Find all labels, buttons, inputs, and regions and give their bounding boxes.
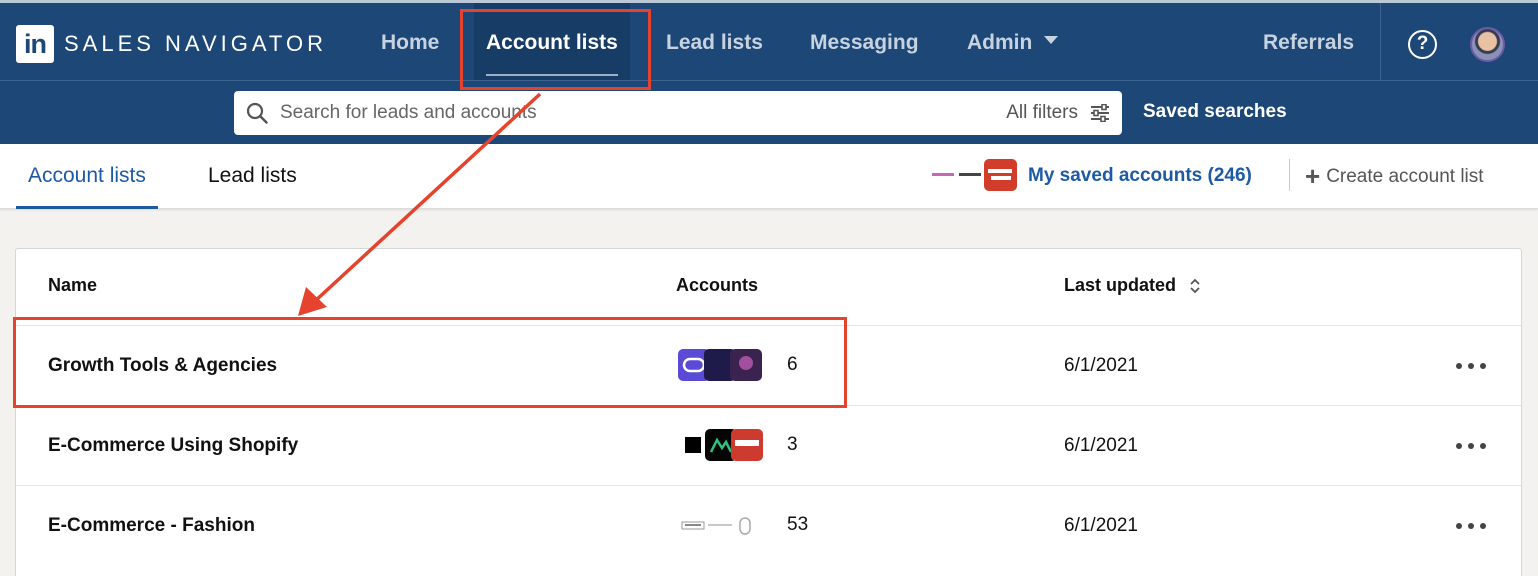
more-options-icon[interactable] bbox=[1456, 523, 1486, 529]
list-name[interactable]: Growth Tools & Agencies bbox=[48, 326, 277, 406]
subnav-divider bbox=[1289, 159, 1290, 191]
table-row[interactable]: E-Commerce - Fashion 53 6/1/2021 bbox=[16, 485, 1521, 565]
nav-divider bbox=[1380, 3, 1381, 80]
sales-navigator-logo[interactable]: in SALES NAVIGATOR bbox=[16, 25, 327, 63]
nav-admin[interactable]: Admin bbox=[967, 3, 1059, 80]
column-header-last-updated[interactable]: Last updated bbox=[1064, 275, 1201, 296]
search-box: All filters bbox=[234, 91, 1122, 135]
column-header-name: Name bbox=[48, 275, 98, 295]
account-count: 3 bbox=[787, 434, 798, 455]
nav-messaging[interactable]: Messaging bbox=[810, 3, 919, 80]
search-bar-row: All filters Saved searches bbox=[0, 80, 1538, 144]
all-filters-button[interactable]: All filters bbox=[1006, 91, 1110, 135]
brand-name: SALES NAVIGATOR bbox=[64, 31, 327, 56]
saved-searches-link[interactable]: Saved searches bbox=[1143, 81, 1287, 145]
top-navigation-bar: in SALES NAVIGATOR Home Account lists Le… bbox=[0, 0, 1538, 80]
sales-navigator-page: in SALES NAVIGATOR Home Account lists Le… bbox=[0, 0, 1538, 576]
table-row[interactable]: Growth Tools & Agencies 6 6/1/2021 bbox=[16, 325, 1521, 405]
table-row[interactable]: E-Commerce Using Shopify 3 6/1/2021 bbox=[16, 405, 1521, 485]
nav-admin-label: Admin bbox=[967, 31, 1033, 54]
saved-accounts-logos-icon bbox=[931, 159, 1017, 191]
account-count: 53 bbox=[787, 514, 809, 535]
list-tabs-bar: Account lists Lead lists My saved accoun… bbox=[0, 144, 1538, 209]
nav-home[interactable]: Home bbox=[381, 3, 439, 80]
caret-down-icon bbox=[1044, 36, 1059, 45]
search-input[interactable] bbox=[280, 91, 960, 135]
help-icon[interactable]: ? bbox=[1408, 30, 1437, 59]
tab-lead-lists[interactable]: Lead lists bbox=[208, 144, 297, 209]
account-count: 6 bbox=[787, 354, 798, 375]
account-logos-icon bbox=[681, 517, 751, 535]
plus-icon: + bbox=[1305, 161, 1321, 191]
avatar[interactable] bbox=[1470, 27, 1505, 62]
column-header-accounts: Accounts bbox=[676, 275, 759, 295]
sort-icon bbox=[1190, 278, 1200, 294]
create-account-list-button[interactable]: + Create account list bbox=[1305, 144, 1484, 209]
last-updated-date: 6/1/2021 bbox=[1064, 515, 1138, 536]
account-lists-table: Name Accounts Last updated Growth Tools … bbox=[15, 248, 1522, 576]
linkedin-logo-icon: in bbox=[16, 25, 54, 63]
all-filters-label: All filters bbox=[1006, 102, 1078, 123]
more-options-icon[interactable] bbox=[1456, 443, 1486, 449]
last-updated-label: Last updated bbox=[1064, 275, 1177, 295]
sliders-icon bbox=[1091, 104, 1109, 122]
my-saved-accounts-link[interactable]: My saved accounts (246) bbox=[1028, 144, 1252, 209]
nav-account-lists[interactable]: Account lists bbox=[474, 3, 630, 80]
more-options-icon[interactable] bbox=[1456, 363, 1486, 369]
last-updated-date: 6/1/2021 bbox=[1064, 435, 1138, 456]
account-logos-icon bbox=[685, 429, 763, 461]
account-logos-icon bbox=[678, 349, 762, 381]
nav-referrals[interactable]: Referrals bbox=[1263, 3, 1354, 80]
tab-account-lists[interactable]: Account lists bbox=[16, 144, 158, 209]
create-account-list-label: Create account list bbox=[1326, 166, 1484, 187]
list-name[interactable]: E-Commerce Using Shopify bbox=[48, 406, 298, 486]
search-icon bbox=[246, 102, 268, 124]
nav-lead-lists[interactable]: Lead lists bbox=[666, 3, 763, 80]
last-updated-date: 6/1/2021 bbox=[1064, 355, 1138, 376]
list-name[interactable]: E-Commerce - Fashion bbox=[48, 486, 255, 566]
